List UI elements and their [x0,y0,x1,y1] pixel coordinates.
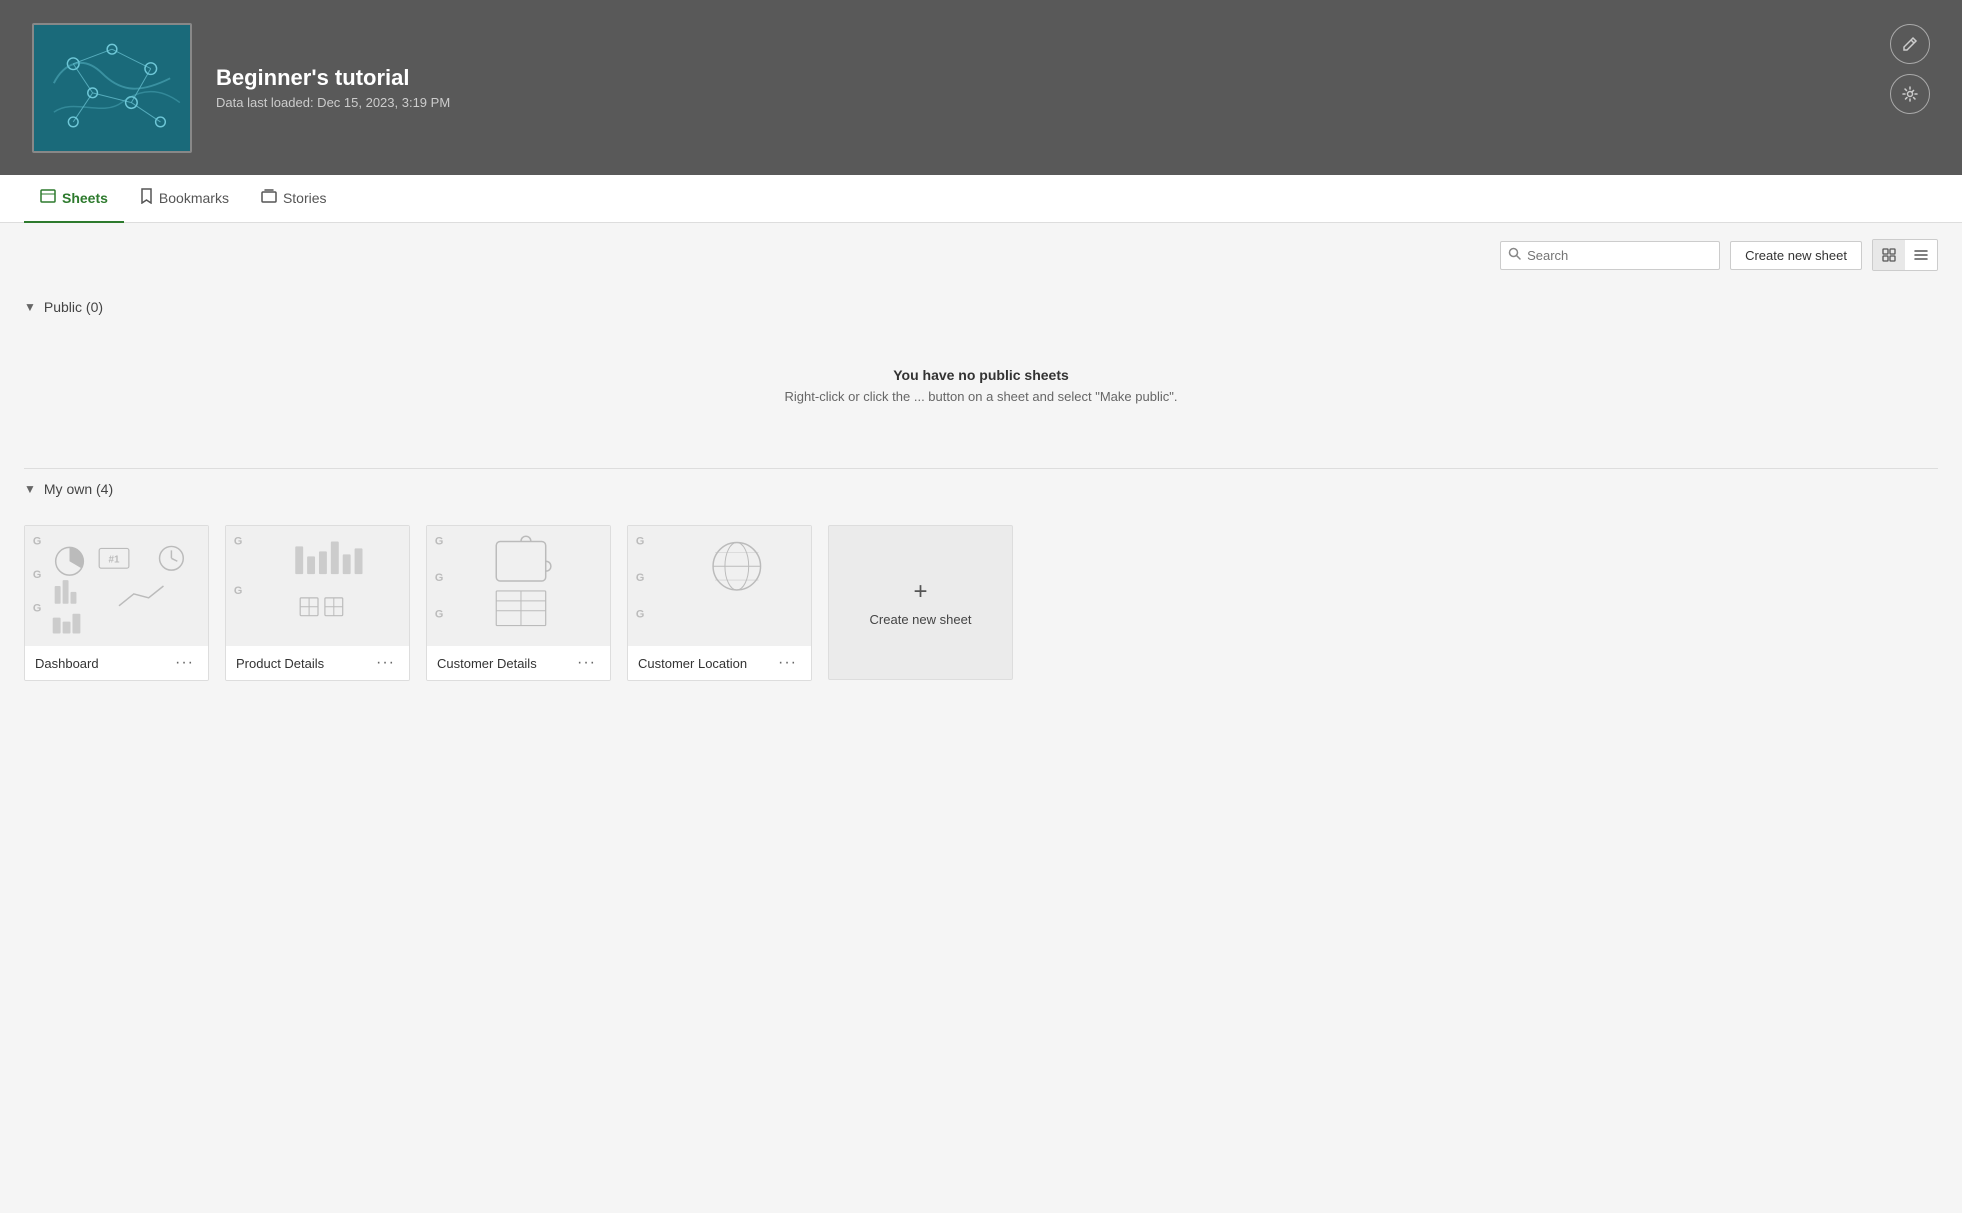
card-dashboard-name: Dashboard [35,656,99,671]
tab-bookmarks-label: Bookmarks [159,190,229,206]
settings-button[interactable] [1890,74,1930,114]
create-new-sheet-card[interactable]: + Create new sheet [828,525,1013,680]
public-section-header[interactable]: ▼ Public (0) [24,287,1938,327]
svg-text:G: G [636,572,644,584]
toolbar: Create new sheet [0,223,1962,287]
edit-button[interactable] [1890,24,1930,64]
list-icon [1914,248,1928,262]
header-actions [1890,24,1930,114]
card-product-details[interactable]: G G [225,525,410,681]
grid-view-button[interactable] [1873,240,1905,270]
edit-icon [1902,36,1918,52]
public-section: ▼ Public (0) You have no public sheets R… [0,287,1962,468]
card-customer-location-more-button[interactable]: ··· [774,654,801,672]
my-own-chevron-icon: ▼ [24,482,36,496]
tab-sheets-label: Sheets [62,190,108,206]
svg-text:G: G [636,535,644,547]
card-product-details-footer: Product Details ··· [226,646,409,680]
stories-icon [261,189,277,207]
svg-text:G: G [33,603,41,615]
main-content: Create new sheet ▼ Pub [0,223,1962,1213]
sheets-icon [40,189,56,207]
tabs-bar: Sheets Bookmarks Stories [0,175,1962,223]
card-dashboard-preview: #1 [25,526,208,646]
card-dashboard-more-button[interactable]: ··· [171,654,198,672]
svg-text:G: G [234,585,242,597]
app-header: Beginner's tutorial Data last loaded: De… [0,0,1962,175]
public-section-label: Public (0) [44,299,103,315]
header-info: Beginner's tutorial Data last loaded: De… [216,65,450,110]
card-customer-location[interactable]: G G G Customer Location ··· [627,525,812,681]
public-empty-message: You have no public sheets Right-click or… [24,327,1938,444]
app-thumbnail [32,23,192,153]
tab-sheets[interactable]: Sheets [24,175,124,223]
gear-icon [1902,86,1918,102]
svg-text:G: G [234,535,242,547]
svg-text:G: G [33,535,41,547]
my-own-section: ▼ My own (4) #1 [0,469,1962,705]
card-product-details-preview: G G [226,526,409,646]
svg-text:G: G [435,609,443,621]
card-dashboard[interactable]: #1 [24,525,209,681]
cards-grid: #1 [24,509,1938,681]
create-new-plus-icon: + [913,578,927,606]
card-customer-location-footer: Customer Location ··· [628,646,811,680]
bookmark-icon [140,188,153,208]
card-customer-details-name: Customer Details [437,656,537,671]
create-new-sheet-button[interactable]: Create new sheet [1730,241,1862,270]
public-empty-title: You have no public sheets [24,367,1938,383]
view-toggle [1872,239,1938,271]
tab-stories[interactable]: Stories [245,175,343,223]
list-view-button[interactable] [1905,240,1937,270]
app-title: Beginner's tutorial [216,65,450,91]
search-icon [1508,247,1521,263]
my-own-section-header[interactable]: ▼ My own (4) [24,469,1938,509]
card-customer-details[interactable]: G G G Customer Detai [426,525,611,681]
card-customer-location-name: Customer Location [638,656,747,671]
search-input[interactable] [1500,241,1720,270]
create-new-sheet-card-label: Create new sheet [870,612,972,627]
card-product-details-more-button[interactable]: ··· [372,654,399,672]
card-customer-location-preview: G G G [628,526,811,646]
public-empty-subtitle: Right-click or click the ... button on a… [24,389,1938,404]
my-own-section-label: My own (4) [44,481,113,497]
tab-stories-label: Stories [283,190,327,206]
search-wrap [1500,241,1720,270]
card-product-details-name: Product Details [236,656,324,671]
grid-icon [1882,248,1896,262]
app-subtitle: Data last loaded: Dec 15, 2023, 3:19 PM [216,95,450,110]
svg-text:#1: #1 [109,554,120,565]
svg-text:G: G [636,609,644,621]
card-customer-details-preview: G G G [427,526,610,646]
card-customer-details-footer: Customer Details ··· [427,646,610,680]
card-dashboard-footer: Dashboard ··· [25,646,208,680]
public-chevron-icon: ▼ [24,300,36,314]
tab-bookmarks[interactable]: Bookmarks [124,175,245,223]
svg-text:G: G [435,535,443,547]
svg-text:G: G [435,572,443,584]
card-customer-details-more-button[interactable]: ··· [573,654,600,672]
svg-text:G: G [33,569,41,581]
